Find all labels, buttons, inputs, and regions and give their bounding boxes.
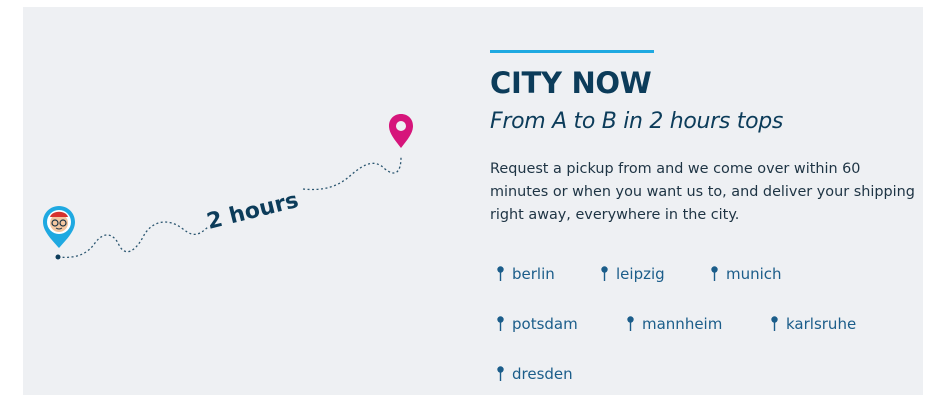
destination-pin-icon	[389, 114, 413, 148]
city-label: leipzig	[616, 264, 665, 283]
section-description: Request a pickup from and we come over w…	[490, 161, 915, 223]
city-row: berlin leipzig munich	[497, 261, 917, 286]
city-label: karlsruhe	[786, 314, 857, 333]
section-subtitle: From A to B in 2 hours tops	[490, 109, 784, 134]
accent-bar	[490, 50, 654, 53]
route-start-dot	[55, 254, 61, 260]
route-path-end	[302, 156, 402, 191]
city-link-potsdam[interactable]: potsdam	[497, 315, 627, 333]
courier-avatar-pin-icon	[43, 206, 75, 248]
map-pin-icon	[771, 316, 778, 331]
city-now-panel: 2 hours CITY NOW From A to B in 2 hours …	[23, 7, 923, 395]
map-pin-icon	[497, 316, 504, 331]
city-label: berlin	[512, 264, 555, 283]
city-label: munich	[726, 264, 782, 283]
city-link-leipzig[interactable]: leipzig	[601, 265, 711, 283]
city-label: dresden	[512, 364, 573, 383]
city-label: potsdam	[512, 314, 578, 333]
section-title: CITY NOW	[490, 66, 652, 100]
city-link-munich[interactable]: munich	[711, 265, 782, 283]
map-pin-icon	[711, 266, 718, 281]
section-content: CITY NOW From A to B in 2 hours tops Req…	[490, 50, 920, 227]
city-link-berlin[interactable]: berlin	[497, 265, 601, 283]
city-list: berlin leipzig munich potsdam mannheim k…	[497, 261, 917, 411]
route-illustration: 2 hours	[43, 114, 413, 260]
map-pin-icon	[601, 266, 608, 281]
route-path	[57, 221, 209, 259]
city-row: potsdam mannheim karlsruhe	[497, 311, 917, 336]
route-duration-label: 2 hours	[204, 188, 301, 235]
city-link-dresden[interactable]: dresden	[497, 365, 573, 383]
city-link-mannheim[interactable]: mannheim	[627, 315, 771, 333]
city-link-karlsruhe[interactable]: karlsruhe	[771, 315, 856, 333]
map-pin-icon	[627, 316, 634, 331]
city-row: dresden	[497, 361, 917, 386]
city-label: mannheim	[642, 314, 723, 333]
map-pin-icon	[497, 366, 504, 381]
map-pin-icon	[497, 266, 504, 281]
